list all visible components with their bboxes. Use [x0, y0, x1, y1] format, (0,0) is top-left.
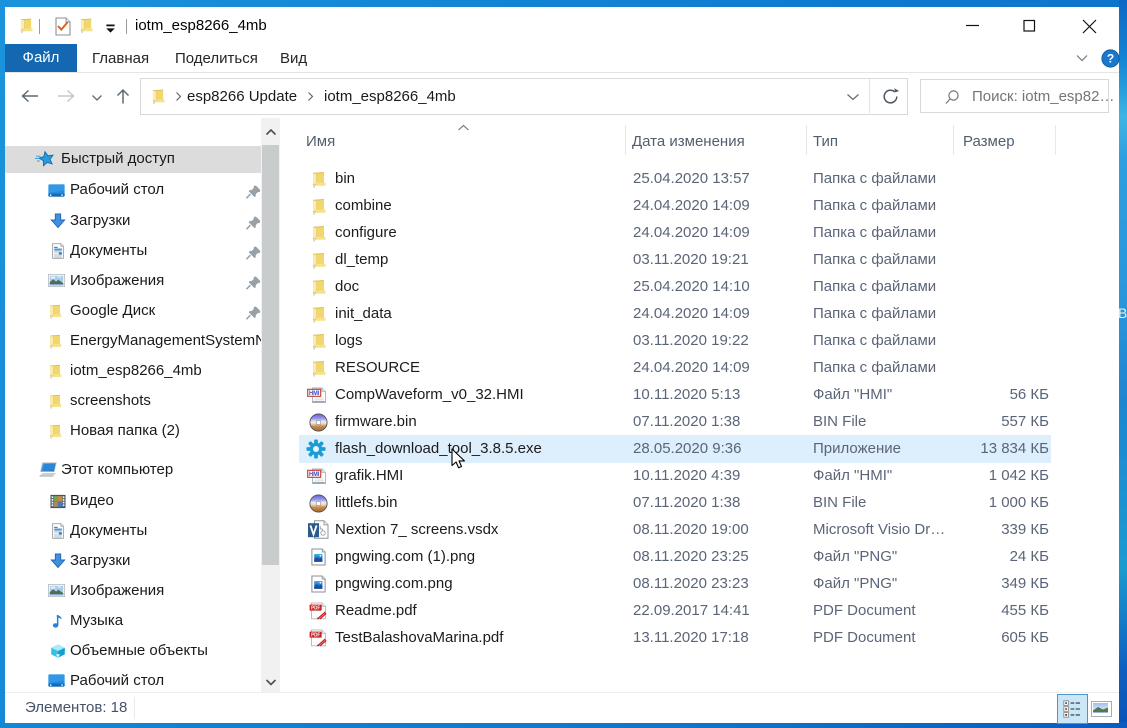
svg-text:?: ? — [1107, 52, 1114, 66]
